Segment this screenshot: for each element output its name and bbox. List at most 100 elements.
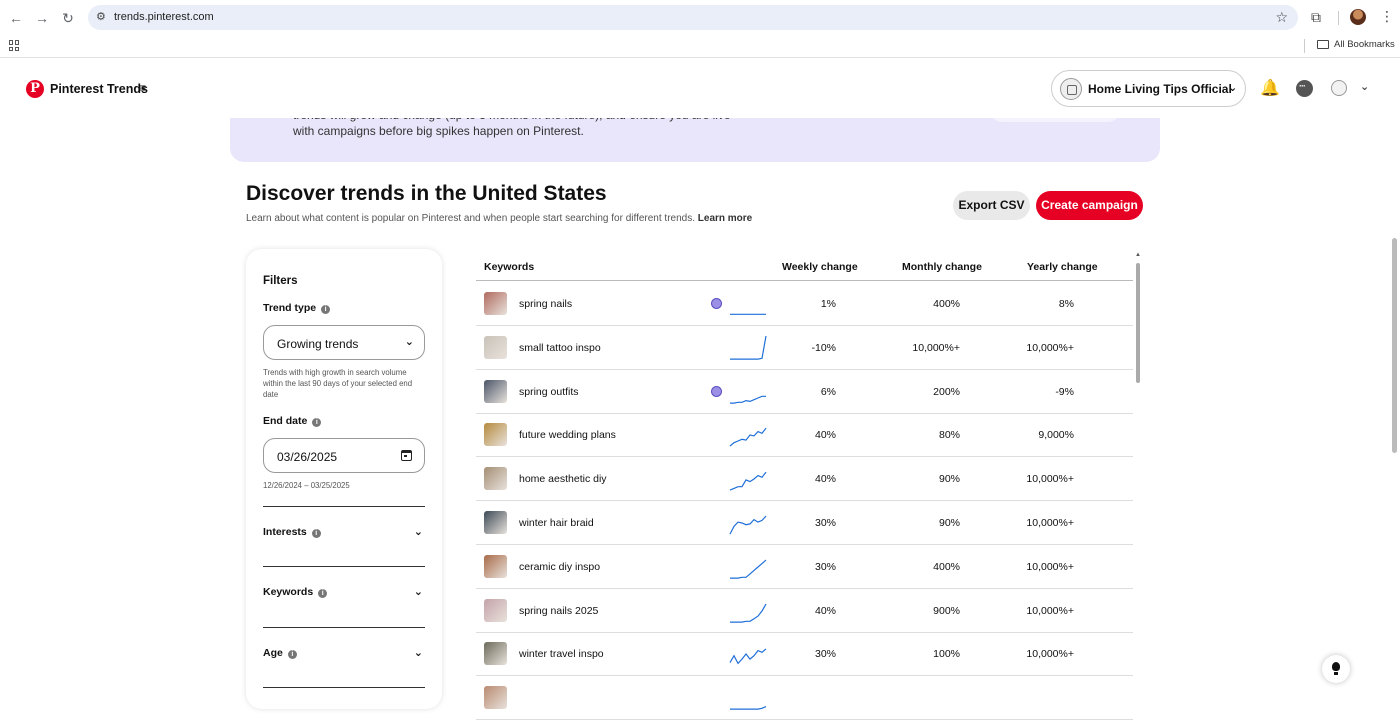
- age-label: Age i: [263, 647, 297, 659]
- keyword-label[interactable]: home aesthetic diy: [519, 473, 607, 485]
- chevron-down-icon: ⌄: [404, 336, 414, 348]
- sparkline-path: [729, 515, 767, 535]
- create-campaign-button[interactable]: Create campaign: [1036, 191, 1143, 220]
- keyword-label[interactable]: spring outfits: [519, 386, 579, 398]
- weekly-change-value: 30%: [814, 517, 836, 529]
- monthly-change-value: 900%: [933, 604, 960, 617]
- table-row[interactable]: winter hair braid 30% 90% 10,000%+: [476, 501, 1133, 545]
- monthly-change-value: 100%: [933, 648, 960, 661]
- account-switcher[interactable]: Home Living Tips Official ⌄: [1051, 70, 1246, 107]
- trend-type-select[interactable]: Growing trends ⌄: [263, 325, 425, 360]
- address-bar[interactable]: ⚙ trends.pinterest.com ☆: [88, 5, 1298, 30]
- weekly-change-value: 30%: [814, 560, 836, 573]
- age-label-text: Age: [263, 647, 283, 659]
- user-avatar[interactable]: [1331, 80, 1347, 96]
- keyword-label[interactable]: winter hair braid: [519, 517, 594, 529]
- bookmarks-divider: [1304, 39, 1305, 53]
- yearly-change-value: 10,000%+: [1026, 473, 1074, 486]
- reload-icon[interactable]: ↻: [59, 9, 77, 27]
- weekly-change-value: 30%: [814, 648, 836, 661]
- chevron-down-icon: ⌄: [413, 647, 423, 659]
- trend-badge-icon: [711, 298, 722, 309]
- page-scrollbar-thumb[interactable]: [1392, 238, 1397, 453]
- table-row[interactable]: winter travel inspo 30% 100% 10,000%+: [476, 632, 1133, 677]
- info-icon[interactable]: i: [312, 418, 322, 427]
- keyword-thumbnail: [484, 642, 507, 666]
- learn-more-link[interactable]: Learn more: [698, 213, 752, 224]
- monthly-change-column-header[interactable]: Monthly change: [902, 261, 982, 273]
- table-scrollbar[interactable]: ▲: [1133, 252, 1143, 692]
- table-row[interactable]: future wedding plans 40% 80% 9,000%: [476, 413, 1133, 458]
- keyword-thumbnail: [484, 598, 507, 622]
- weekly-change-column-header[interactable]: Weekly change: [782, 261, 858, 273]
- end-date-range: 12/26/2024 – 03/25/2025: [263, 481, 350, 490]
- interests-filter[interactable]: Interests i ⌄: [263, 523, 425, 543]
- table-row[interactable]: spring outfits 6% 200% -9%: [476, 370, 1133, 414]
- export-csv-button[interactable]: Export CSV: [953, 191, 1030, 220]
- back-icon[interactable]: ←: [7, 9, 25, 27]
- chevron-down-icon: ⌄: [413, 586, 423, 598]
- account-name: Home Living Tips Official: [1088, 82, 1232, 96]
- monthly-change-value: 200%: [933, 385, 960, 398]
- yearly-change-column-header[interactable]: Yearly change: [1027, 261, 1098, 273]
- site-info-icon[interactable]: ⚙: [96, 10, 106, 23]
- keyword-thumbnail: [484, 335, 507, 359]
- keyword-thumbnail: [484, 379, 507, 403]
- account-avatar: [1060, 78, 1082, 100]
- sparkline-path: [730, 335, 767, 360]
- keyword-label[interactable]: small tattoo inspo: [519, 342, 601, 354]
- keywords-filter[interactable]: Keywords i ⌄: [263, 583, 425, 603]
- page-subtitle: Learn about what content is popular on P…: [246, 213, 752, 224]
- table-row[interactable]: ceramic diy inspo 30% 400% 10,000%+: [476, 545, 1133, 589]
- table-scrollbar-thumb[interactable]: [1136, 263, 1140, 383]
- keyword-label[interactable]: winter travel inspo: [519, 648, 604, 660]
- keyword-thumbnail: [484, 423, 507, 447]
- apps-grid-icon[interactable]: [9, 40, 20, 51]
- extensions-icon[interactable]: ⧉: [1311, 9, 1321, 26]
- brand-title[interactable]: Pinterest Trends: [50, 82, 148, 96]
- address-url[interactable]: trends.pinterest.com: [114, 11, 214, 23]
- keywords-label-text: Keywords: [263, 586, 314, 598]
- keyword-label[interactable]: future wedding plans: [519, 429, 616, 441]
- keyword-label[interactable]: spring nails 2025: [519, 605, 598, 617]
- calendar-icon[interactable]: [401, 450, 412, 461]
- menu-icon[interactable]: ≡: [139, 81, 146, 95]
- table-row[interactable]: spring nails 1% 400% 8%: [476, 282, 1133, 326]
- interests-label-text: Interests: [263, 526, 307, 538]
- sparkline-path: [729, 471, 767, 491]
- table-row[interactable]: spring nails 2025 40% 900% 10,000%+: [476, 589, 1133, 633]
- info-icon[interactable]: i: [287, 650, 297, 659]
- messages-icon[interactable]: [1296, 80, 1313, 97]
- browser-profile-avatar[interactable]: [1350, 9, 1366, 25]
- monthly-change-value: 400%: [933, 298, 960, 310]
- trend-type-label: Trend type i: [263, 302, 331, 314]
- all-bookmarks-link[interactable]: All Bookmarks: [1334, 39, 1395, 50]
- keywords-column-header[interactable]: Keywords: [484, 261, 534, 273]
- end-date-value: 03/26/2025: [277, 450, 338, 464]
- table-row[interactable]: small tattoo inspo -10% 10,000%+ 10,000%+: [476, 326, 1133, 370]
- browser-menu-icon[interactable]: ⋮: [1380, 8, 1394, 25]
- weekly-change-value: 6%: [820, 385, 836, 398]
- forward-icon[interactable]: →: [33, 9, 51, 27]
- info-icon[interactable]: i: [311, 529, 321, 538]
- keyword-label[interactable]: spring nails: [519, 298, 572, 310]
- yearly-change-value: 10,000%+: [1026, 517, 1074, 529]
- keyword-label[interactable]: ceramic diy inspo: [519, 561, 600, 573]
- weekly-change-value: 1%: [820, 298, 836, 310]
- age-filter[interactable]: Age i ⌄: [263, 644, 425, 664]
- account-menu-chevron-icon[interactable]: ⌄: [1360, 80, 1369, 93]
- bell-icon[interactable]: 🔔: [1260, 79, 1280, 99]
- table-row[interactable]: [476, 676, 1133, 720]
- trend-sparkline: [729, 428, 767, 447]
- end-date-input[interactable]: 03/26/2025: [263, 438, 425, 473]
- trend-sparkline: [729, 471, 767, 491]
- end-date-label-text: End date: [263, 415, 308, 427]
- table-row[interactable]: home aesthetic diy 40% 90% 10,000%+: [476, 457, 1133, 502]
- bookmark-star-icon[interactable]: ☆: [1275, 9, 1288, 26]
- lightbulb-icon[interactable]: [1322, 655, 1350, 683]
- trend-sparkline: [730, 559, 767, 579]
- scroll-up-arrow-icon[interactable]: ▲: [1135, 252, 1141, 258]
- pinterest-logo-icon[interactable]: P: [26, 80, 44, 98]
- info-icon[interactable]: i: [321, 305, 331, 314]
- info-icon[interactable]: i: [318, 589, 328, 598]
